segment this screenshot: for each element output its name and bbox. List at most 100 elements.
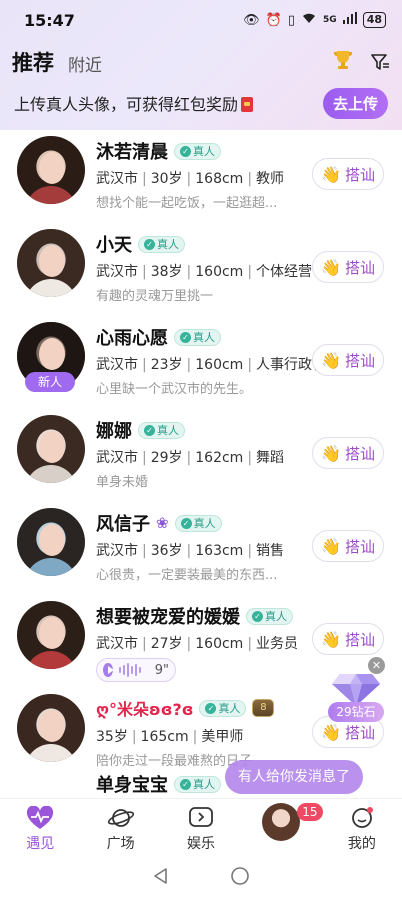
check-icon: ✓: [180, 145, 191, 157]
avatar[interactable]: [17, 508, 85, 576]
heart-pulse-icon: [26, 805, 54, 831]
play-box-icon: [187, 805, 215, 831]
nav-square[interactable]: 广场: [80, 799, 160, 856]
check-icon: ✓: [144, 238, 155, 250]
nav-label: 我的: [347, 836, 376, 852]
chat-button[interactable]: 👋 搭讪: [312, 344, 384, 376]
upload-avatar-banner: 上传真人头像，可获得红包奖励 去上传: [0, 84, 402, 122]
user-info: 武汉市 | 27岁 | 160cm | 业务员: [96, 636, 299, 652]
eye-icon: 👁: [243, 12, 260, 28]
filter-icon[interactable]: [370, 52, 390, 72]
avatar[interactable]: [17, 694, 85, 762]
check-icon: ✓: [180, 331, 191, 343]
profile-face-icon: [348, 805, 376, 831]
user-info: 武汉市 | 38岁 | 160cm | 个体经营: [96, 264, 313, 280]
chat-button[interactable]: 👋 搭讪: [312, 158, 384, 190]
check-icon: ✓: [144, 424, 155, 436]
banner-text: 上传真人头像，可获得红包奖励: [14, 91, 254, 115]
verified-badge: ✓ 真人: [199, 699, 247, 717]
user-name: 沐若清晨: [96, 142, 168, 163]
wave-hand-icon: 👋: [321, 350, 341, 370]
avatar[interactable]: [17, 601, 85, 669]
user-bio: 单身未婚: [96, 475, 149, 490]
user-name: 心雨心愿: [96, 328, 168, 349]
chat-button[interactable]: 👋 搭讪: [312, 530, 384, 562]
wave-hand-icon: 👋: [321, 257, 341, 277]
check-icon: ✓: [205, 702, 217, 714]
verified-badge: ✓ 真人: [174, 142, 221, 160]
upload-button[interactable]: 去上传: [322, 87, 388, 119]
verified-badge: ✓ 真人: [174, 514, 222, 532]
level-badge: 8: [252, 699, 275, 717]
user-name: 小天: [96, 235, 132, 256]
tab-recommend[interactable]: 推荐: [12, 47, 54, 77]
nav-profile[interactable]: 我的: [322, 799, 402, 856]
back-icon[interactable]: [152, 867, 170, 889]
check-icon: ✓: [180, 517, 192, 529]
close-icon[interactable]: ✕: [368, 657, 385, 674]
chat-button[interactable]: 👋 搭讪: [312, 623, 384, 655]
system-nav-bar: [0, 856, 402, 900]
wifi-icon: [301, 12, 317, 28]
user-name: 娜娜: [96, 421, 132, 442]
user-name: 想要被宠爱的媛媛: [96, 607, 240, 628]
network-label: 5G: [323, 15, 337, 25]
user-name: 风信子: [96, 514, 150, 535]
home-icon[interactable]: [230, 866, 250, 890]
verified-badge: ✓ 真人: [246, 607, 293, 625]
user-info: 武汉市 | 23岁 | 160cm | 人事行政管理: [96, 357, 341, 373]
user-bio: 心很贵，一定要装最美的东西...: [96, 568, 278, 583]
verified-badge: ✓ 真人: [174, 775, 221, 793]
check-icon: ✓: [252, 610, 263, 622]
unread-badge: 15: [297, 803, 323, 821]
top-tabs: 推荐 附近: [0, 40, 402, 84]
list-item[interactable]: 沐若清晨 ✓ 真人 武汉市 | 30岁 | 168cm | 教师 想找个能一起吃饭，一起逛超.…: [0, 124, 402, 217]
list-item[interactable]: 小天 ✓ 真人 武汉市 | 38岁 | 160cm | 个体经营 有趣的灵魂万里挑一 👋 搭讪: [0, 217, 402, 310]
nav-meet[interactable]: 遇见: [0, 799, 80, 856]
planet-icon: [107, 805, 135, 831]
trophy-icon[interactable]: [332, 49, 354, 76]
vibrate-icon: ▯: [287, 12, 296, 28]
status-time: 15:47: [24, 10, 75, 30]
diamond-icon: [332, 674, 380, 706]
waveform-icon: [118, 663, 141, 677]
tab-nearby[interactable]: 附近: [68, 51, 102, 76]
avatar[interactable]: [17, 136, 85, 204]
user-info: 武汉市 | 29岁 | 162cm | 舞蹈: [96, 450, 285, 466]
verified-badge: ✓ 真人: [174, 328, 221, 346]
alarm-icon: ⏰: [265, 12, 282, 28]
red-envelope-icon: [241, 97, 254, 112]
nav-label: 遇见: [26, 836, 55, 852]
wave-hand-icon: 👋: [321, 722, 341, 742]
user-bio: 想找个能一起吃饭，一起逛超...: [96, 196, 278, 211]
diamond-label: 29钻石: [328, 702, 384, 722]
user-info: 35岁 | 165cm | 美甲师: [96, 729, 244, 745]
new-message-toast[interactable]: 有人给你发消息了: [225, 760, 363, 794]
list-item[interactable]: 风信子 ❀ ✓ 真人 武汉市 | 36岁 | 163cm | 销售 心很贵，一定要装最美的东西…: [0, 496, 402, 589]
message-avatar: [262, 803, 301, 841]
voice-length: 9": [154, 662, 169, 678]
user-name: 单身宝宝: [96, 775, 168, 795]
nav-messages[interactable]: 15: [241, 799, 323, 856]
nav-entertainment[interactable]: 娱乐: [161, 799, 241, 856]
nav-label: 广场: [106, 836, 135, 852]
voice-intro-player[interactable]: 9": [96, 658, 176, 682]
wave-hand-icon: 👋: [321, 164, 341, 184]
user-name: ღ°米朵ʚɞ?ɞ: [96, 700, 194, 719]
list-item[interactable]: 新人 心雨心愿 ✓ 真人 武汉市 | 23岁 | 160cm | 人事行政管理 心里缺一个武汉…: [0, 310, 402, 403]
status-bar: 15:47 👁 ⏰ ▯ 5G 48: [0, 0, 402, 40]
wave-hand-icon: 👋: [321, 629, 341, 649]
chat-button[interactable]: 👋 搭讪: [312, 437, 384, 469]
avatar[interactable]: [17, 415, 85, 483]
wave-hand-icon: 👋: [321, 443, 341, 463]
list-item[interactable]: 娜娜 ✓ 真人 武汉市 | 29岁 | 162cm | 舞蹈 单身未婚 👋 搭讪: [0, 403, 402, 496]
battery-icon: 48: [362, 12, 386, 28]
nav-label: 娱乐: [187, 836, 216, 852]
verified-badge: ✓ 真人: [138, 235, 185, 253]
bottom-nav: 遇见 广场 娱乐 15 我的: [0, 798, 402, 856]
avatar[interactable]: [17, 229, 85, 297]
flower-icon: ❀: [156, 514, 169, 532]
user-bio: 有趣的灵魂万里挑一: [96, 289, 214, 304]
verified-badge: ✓ 真人: [138, 421, 185, 439]
chat-button[interactable]: 👋 搭讪: [312, 251, 384, 283]
